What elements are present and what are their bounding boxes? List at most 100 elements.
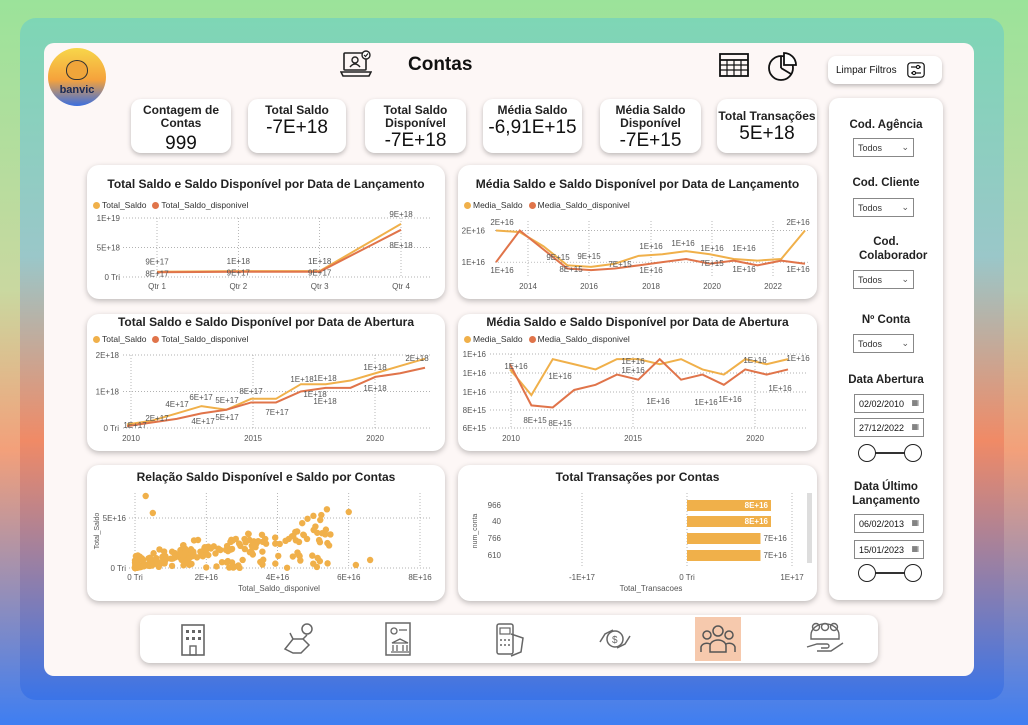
data-label: 1E+16 [671,239,695,248]
people-hand-icon [806,622,844,652]
y-tick-label: 610 [488,551,502,560]
scatter-point [249,551,257,558]
slider-handle-start[interactable] [858,564,876,582]
scatter-point [245,530,252,538]
y-axis-title: num_conta [472,514,479,549]
kpi-total-saldo-disponivel: Total Saldo Disponível -7E+18 [365,99,466,153]
clear-filters-button[interactable]: Limpar Filtros [828,56,942,84]
abertura-range-slider[interactable] [858,444,922,462]
abertura-start-date[interactable]: 02/02/2010 ▦ [854,394,924,413]
chevron-down-icon: ⌄ [901,202,909,212]
date-value: 15/01/2023 [859,545,905,555]
nav-transacoes[interactable]: $ [592,617,638,661]
mascot-icon [66,60,88,80]
data-label: 8E+18 [389,241,413,250]
series-line [156,228,402,274]
colaborador-select[interactable]: Todos ⌄ [853,270,914,289]
pie-chart-icon[interactable] [767,52,797,82]
cliente-select[interactable]: Todos ⌄ [853,198,914,217]
scatter-point [259,548,266,555]
handshake-icon [283,623,313,654]
y-tick-label: 2E+16 [462,227,486,236]
date-value: 06/02/2013 [859,519,905,529]
nav-contas[interactable] [376,617,422,661]
scatter-point [142,492,149,500]
data-label: 1E+16 [743,356,767,365]
scatter-point [297,557,304,564]
y-tick-label: 1E+16 [463,388,487,397]
x-tick-label: 2010 [122,434,140,443]
kpi-value: -6,91E+15 [488,117,577,138]
y-tick-label: 966 [488,501,502,510]
scatter-point [215,545,222,552]
data-label: 1E+16 [639,242,663,251]
y-tick-label: 766 [488,534,502,543]
select-value: Todos [858,275,883,285]
data-label: 1E+16 [548,372,572,381]
scatter-point [259,561,266,568]
calendar-icon: ▦ [911,544,919,553]
x-tick-label: 8E+16 [408,573,432,582]
table-view-icon[interactable] [719,52,749,78]
date-value: 02/02/2010 [859,399,905,409]
ultimo-range-slider[interactable] [858,564,922,582]
chart-media-saldo-lancamento: Média Saldo e Saldo Disponível por Data … [458,165,817,299]
data-label: 9E+18 [389,210,413,219]
data-label: 1E+18 [363,384,387,393]
x-axis-title: Total_Transacoes [620,584,683,593]
chevron-down-icon: ⌄ [901,274,909,284]
data-label: 1E+16 [694,398,718,407]
slider-handle-end[interactable] [904,444,922,462]
data-label: 7E+15 [700,259,724,268]
data-label: 8E+17 [239,387,263,396]
svg-text:$: $ [612,635,618,646]
slider-handle-end[interactable] [904,564,922,582]
abertura-end-date[interactable]: 27/12/2022 ▦ [854,418,924,437]
scatter-point [152,555,160,562]
filter-label-agencia: Cod. Agência [849,119,923,131]
nav-propostas[interactable] [802,617,848,661]
kpi-total-saldo: Total Saldo -7E+18 [248,99,346,153]
x-tick-label: 2010 [502,434,520,443]
scatter-point [229,537,237,544]
y-tick-label: 0 Tri [110,564,126,573]
nav-colaboradores[interactable] [695,617,741,661]
page-title: Contas [408,54,473,75]
x-tick-label: 2022 [764,282,782,291]
nav-clientes[interactable] [276,617,322,661]
data-label: 1E+18 [290,375,314,384]
scatter-point [170,555,177,562]
y-tick-label: 1E+18 [96,388,120,397]
data-label: 1E+16 [646,397,670,406]
nav-pagamentos[interactable] [486,617,532,661]
chart-svg: 6E+158E+151E+161E+161E+162010 2015 20201E+… [463,350,811,443]
conta-select[interactable]: Todos ⌄ [853,334,914,353]
nav-agencias[interactable] [170,617,216,661]
calendar-icon: ▦ [911,518,919,527]
chevron-down-icon: ⌄ [901,142,909,152]
ultimo-end-date[interactable]: 15/01/2023 ▦ [854,540,924,559]
data-label: 9E+15 [577,252,601,261]
scatter-point [324,560,331,567]
kpi-contagem-contas: Contagem de Contas 999 [131,99,231,153]
x-tick-label: 2016 [580,282,598,291]
scatter-point [304,515,311,522]
calendar-icon: ▦ [911,398,919,407]
scatter-point [197,548,204,555]
kpi-label: Total Transações [718,109,816,123]
filter-label-abertura: Data Abertura [848,374,924,386]
scatter-point [242,539,249,546]
slider-handle-start[interactable] [858,444,876,462]
data-label: 1E+16 [621,357,645,366]
scatter-point [168,562,176,570]
data-label: 8E+15 [559,265,583,274]
y-tick-label: 6E+15 [463,424,487,433]
x-tick-label: 1E+17 [780,573,804,582]
x-tick-label: 2020 [703,282,721,291]
scatter-point [272,560,279,567]
ultimo-start-date[interactable]: 06/02/2013 ▦ [854,514,924,533]
agencia-select[interactable]: Todos ⌄ [853,138,914,157]
logo-text: banvic [59,84,95,96]
scatter-point [202,544,209,552]
filter-label-ultimo-lancamento: Data Último Lançamento [852,481,920,507]
